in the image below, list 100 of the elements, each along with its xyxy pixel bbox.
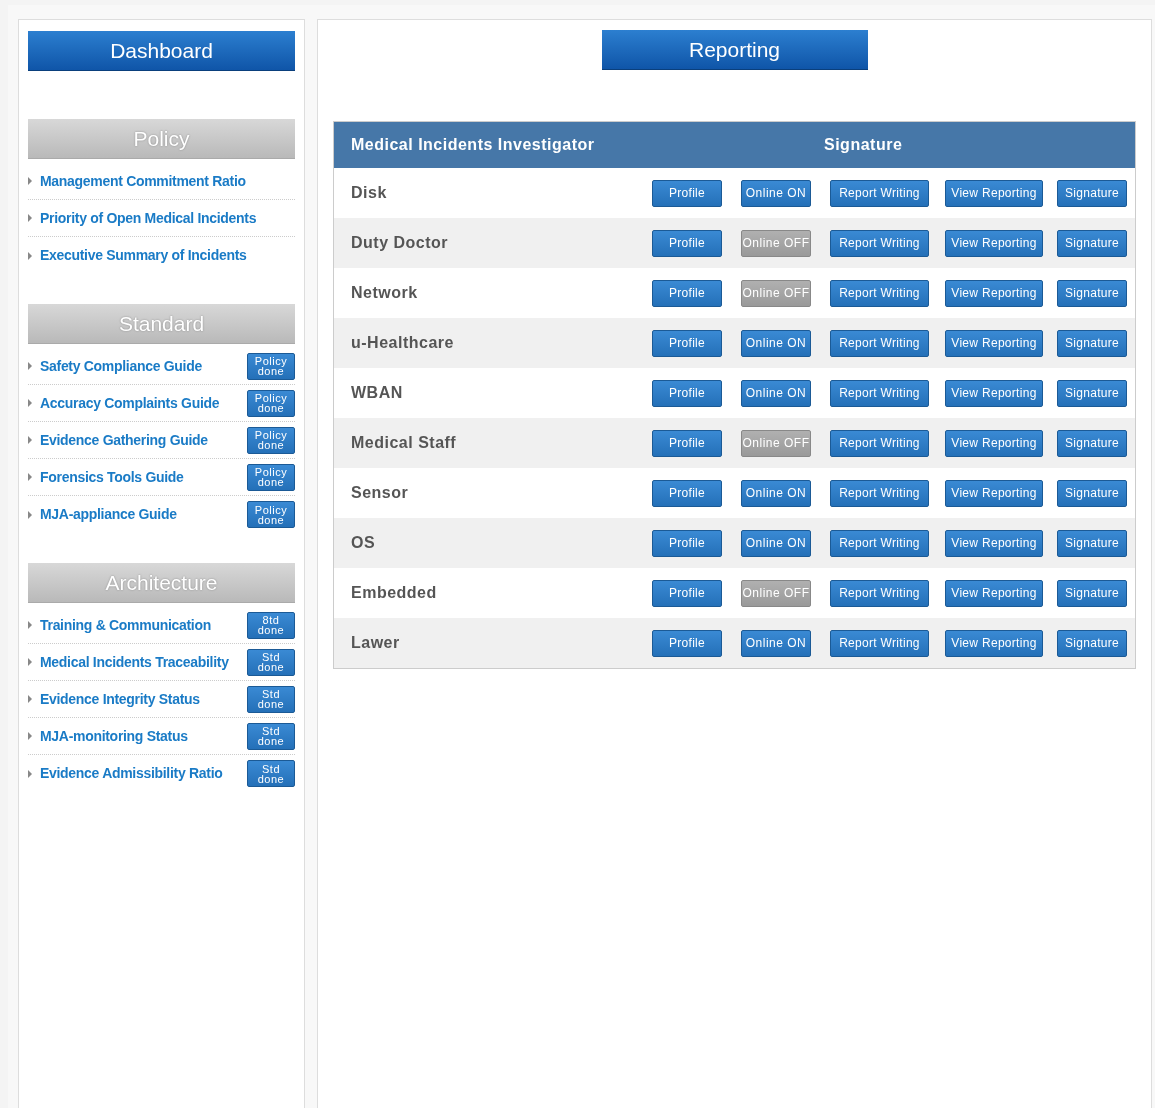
sidebar-link[interactable]: Executive Summary of Incidents [40,245,295,266]
action-button[interactable]: Signature [1057,429,1127,457]
sidebar-link[interactable]: MJA-appliance Guide [40,504,247,525]
caret-icon [28,436,32,444]
row-name: Lawer [350,633,401,653]
action-button[interactable]: View Reporting [945,329,1043,357]
status-badge: Std done [247,648,295,676]
row-name: OS [350,533,377,553]
action-button[interactable]: Report Writing [830,629,929,657]
action-button[interactable]: Profile [652,179,722,207]
sidebar-link[interactable]: Evidence Integrity Status [40,688,247,710]
sidebar-link[interactable]: Training & Communication [40,614,247,636]
action-button[interactable]: Signature [1057,579,1127,607]
action-button[interactable]: Signature [1057,179,1127,207]
online-toggle[interactable]: Online ON [741,179,811,207]
online-toggle[interactable]: Online ON [741,379,811,407]
sidebar-link[interactable]: Safety Compliance Guide [40,355,247,377]
action-button[interactable]: Report Writing [830,579,929,607]
action-button[interactable]: Signature [1057,629,1127,657]
action-button[interactable]: Profile [652,229,722,257]
sidebar-link[interactable]: Management Commitment Ratio [40,170,295,192]
action-button[interactable]: Profile [652,629,722,657]
caret-icon [28,399,32,407]
caret-icon [28,214,32,222]
status-badge: Policy done [247,501,295,528]
status-badge: Policy done [247,463,295,491]
action-button[interactable]: Report Writing [830,279,929,307]
action-button[interactable]: View Reporting [945,529,1043,557]
caret-icon [28,769,32,778]
caret-icon [28,177,32,185]
caret-icon [28,695,32,703]
caret-icon [28,251,32,260]
row-name: Medical Staff [350,433,458,453]
action-button[interactable]: View Reporting [945,279,1043,307]
action-button[interactable]: Profile [652,429,722,457]
action-button[interactable]: View Reporting [945,479,1043,507]
dashboard-title: Dashboard [28,31,295,71]
status-badge: 8td done [247,611,295,639]
action-button[interactable]: Profile [652,579,722,607]
action-button[interactable]: Report Writing [830,479,929,507]
action-button[interactable]: View Reporting [945,579,1043,607]
caret-icon [28,510,32,519]
online-toggle[interactable]: Online ON [741,479,811,507]
action-button[interactable]: Profile [652,479,722,507]
caret-icon [28,621,32,629]
action-button[interactable]: View Reporting [945,179,1043,207]
caret-icon [28,732,32,740]
status-badge: Std done [247,685,295,713]
sidebar-link[interactable]: Evidence Admissibility Ratio [40,763,247,784]
column-header: Medical Incidents Investigator [350,135,596,155]
row-name: Duty Doctor [350,233,450,253]
section-header: Architecture [28,563,295,603]
sidebar-link[interactable]: MJA-monitoring Status [40,725,247,747]
row-name: Sensor [350,483,410,503]
action-button[interactable]: Report Writing [830,529,929,557]
section-header: Standard [28,304,295,344]
action-button[interactable]: Profile [652,329,722,357]
reporting-title: Reporting [601,30,868,70]
action-button[interactable]: Report Writing [830,179,929,207]
online-toggle[interactable]: Online OFF [741,279,811,307]
action-button[interactable]: Signature [1057,229,1127,257]
online-toggle[interactable]: Online ON [741,529,811,557]
row-name: Network [350,283,419,303]
action-button[interactable]: View Reporting [945,429,1043,457]
row-name: u-Healthcare [350,333,455,353]
action-button[interactable]: Signature [1057,329,1127,357]
action-button[interactable]: Profile [652,379,722,407]
action-button[interactable]: Profile [652,279,722,307]
online-toggle[interactable]: Online OFF [741,579,811,607]
action-button[interactable]: Signature [1057,279,1127,307]
action-button[interactable]: View Reporting [945,629,1043,657]
action-button[interactable]: View Reporting [945,229,1043,257]
online-toggle[interactable]: Online OFF [741,429,811,457]
status-badge: Std done [247,722,295,750]
row-name: Embedded [350,583,438,603]
online-toggle[interactable]: Online OFF [741,229,811,257]
status-badge: Std done [247,760,295,787]
action-button[interactable]: Profile [652,529,722,557]
section-header: Policy [28,119,295,159]
action-button[interactable]: Report Writing [830,329,929,357]
status-badge: Policy done [247,426,295,454]
action-button[interactable]: Report Writing [830,429,929,457]
action-button[interactable]: Report Writing [830,379,929,407]
sidebar-link[interactable]: Forensics Tools Guide [40,466,247,488]
action-button[interactable]: Signature [1057,529,1127,557]
status-badge: Policy done [247,389,295,417]
caret-icon [28,362,32,370]
sidebar-link[interactable]: Medical Incidents Traceability [40,651,247,673]
action-button[interactable]: View Reporting [945,379,1043,407]
row-name: WBAN [350,383,404,403]
online-toggle[interactable]: Online ON [741,329,811,357]
online-toggle[interactable]: Online ON [741,629,811,657]
sidebar-link[interactable]: Priority of Open Medical Incidents [40,207,295,229]
sidebar-link[interactable]: Evidence Gathering Guide [40,429,247,451]
action-button[interactable]: Signature [1057,479,1127,507]
action-button[interactable]: Report Writing [830,229,929,257]
sidebar-link[interactable]: Accuracy Complaints Guide [40,392,247,414]
action-button[interactable]: Signature [1057,379,1127,407]
caret-icon [28,473,32,481]
column-header: Signature [824,135,903,155]
